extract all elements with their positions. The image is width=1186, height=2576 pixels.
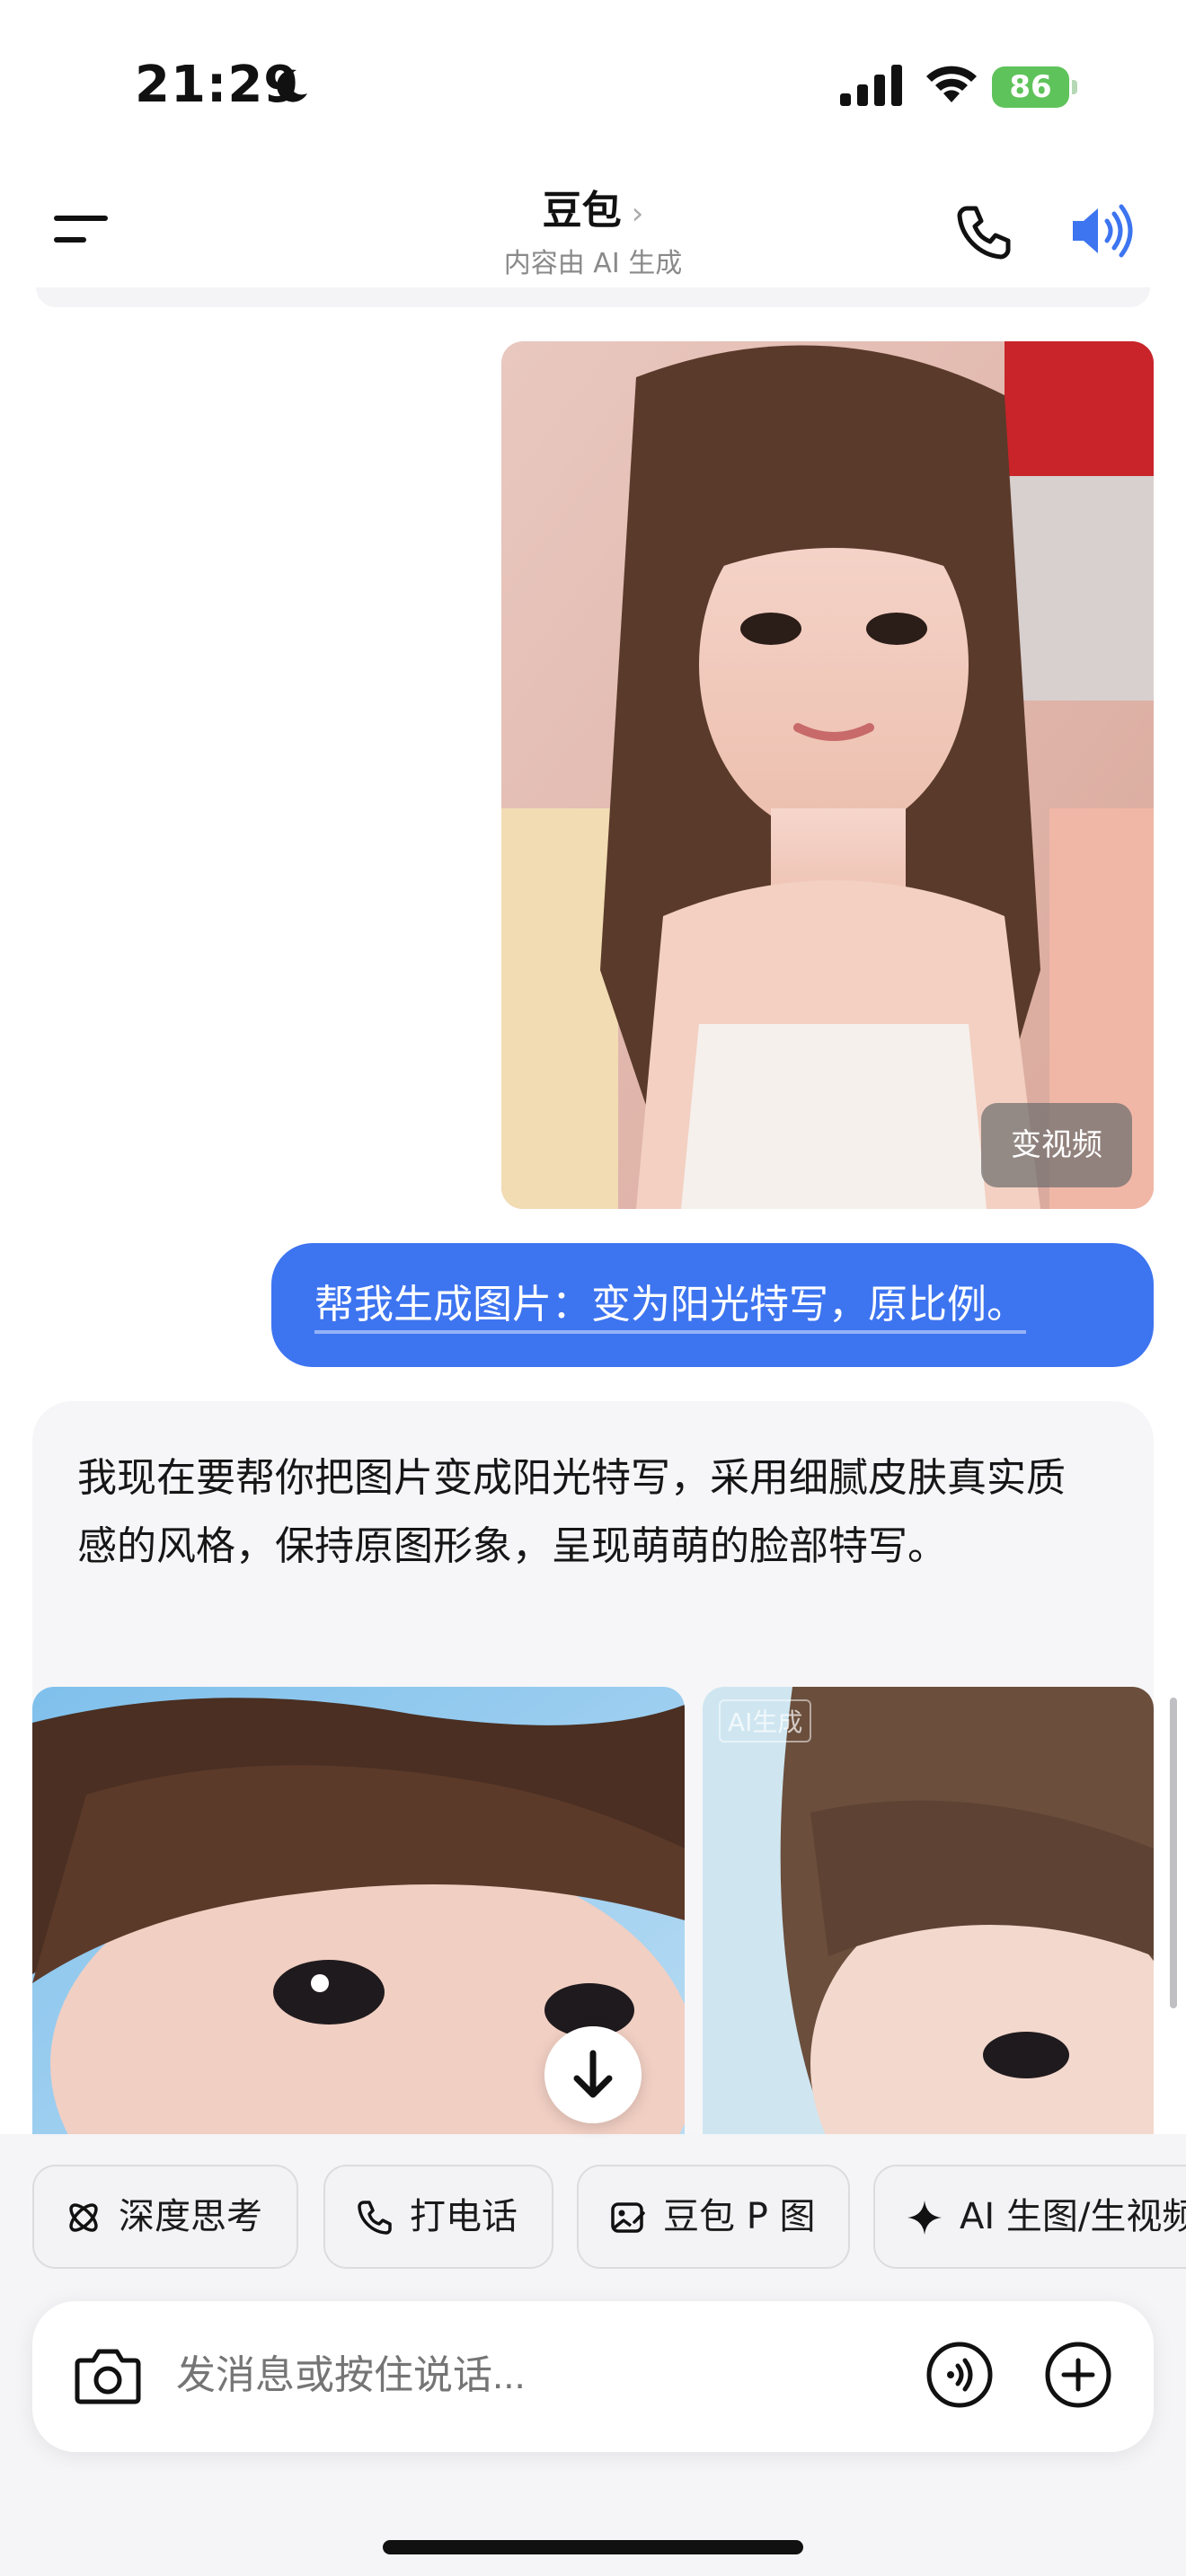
battery-indicator: 86 (992, 66, 1078, 108)
chat-title-block[interactable]: 豆包 › 内容由 AI 生成 (413, 178, 773, 280)
status-bar: 21:29 86 (0, 0, 1186, 171)
to-video-button[interactable]: 变视频 (981, 1103, 1132, 1187)
sparkle-icon (907, 2201, 942, 2235)
chat-header: 豆包 › 内容由 AI 生成 (0, 171, 1186, 287)
atom-icon (69, 2203, 98, 2232)
battery-level: 86 (1009, 69, 1052, 105)
phone-call-icon[interactable] (954, 203, 1013, 262)
phone-icon (358, 2201, 392, 2235)
chip-label: 豆包 P 图 (663, 2196, 816, 2237)
home-indicator (383, 2540, 803, 2554)
chip-image-edit[interactable]: 豆包 P 图 (577, 2165, 850, 2269)
generated-image-2[interactable] (703, 1687, 1154, 2136)
previous-card-edge (36, 287, 1150, 307)
plus-icon[interactable] (1044, 2341, 1112, 2409)
ai-generated-tag: AI生成 (719, 1699, 812, 1742)
menu-icon[interactable] (49, 207, 113, 251)
scroll-to-bottom-button[interactable] (544, 2026, 642, 2123)
chip-label: AI 生图/生视频 (960, 2196, 1186, 2237)
cellular-signal-icon (840, 65, 902, 106)
user-message-text: 帮我生成图片：变为阳光特写，原比例。 (314, 1282, 1026, 1328)
chat-title: 豆包 (542, 188, 622, 234)
message-input[interactable] (176, 2344, 805, 2407)
moon-icon (277, 69, 307, 102)
wifi-icon (926, 66, 977, 102)
chat-subtitle: 内容由 AI 生成 (503, 248, 683, 279)
speaker-icon[interactable] (1069, 201, 1137, 260)
chip-deep-thinking[interactable]: 深度思考 (32, 2165, 298, 2269)
image-edit-icon (611, 2202, 645, 2233)
scrollbar[interactable] (1170, 1698, 1177, 2008)
chip-ai-generate[interactable]: AI 生图/生视频 (873, 2165, 1186, 2269)
chip-label: 深度思考 (119, 2196, 262, 2237)
bot-message-text: 我现在要帮你把图片变成阳光特写，采用细腻皮肤真实质感的风格，保持原图形象，呈现萌… (77, 1455, 1066, 1569)
quick-action-chips: 深度思考 打电话 豆包 P 图 AI 生图/生视频 (32, 2165, 1186, 2269)
camera-icon[interactable] (74, 2344, 142, 2407)
user-message-bubble[interactable]: 帮我生成图片：变为阳光特写，原比例。 (271, 1243, 1154, 1367)
sent-photo[interactable] (501, 341, 1154, 1209)
chevron-right-icon: › (631, 196, 644, 232)
chip-phone-call[interactable]: 打电话 (323, 2165, 553, 2269)
chip-label: 打电话 (410, 2196, 518, 2237)
voice-input-icon[interactable] (925, 2341, 994, 2409)
